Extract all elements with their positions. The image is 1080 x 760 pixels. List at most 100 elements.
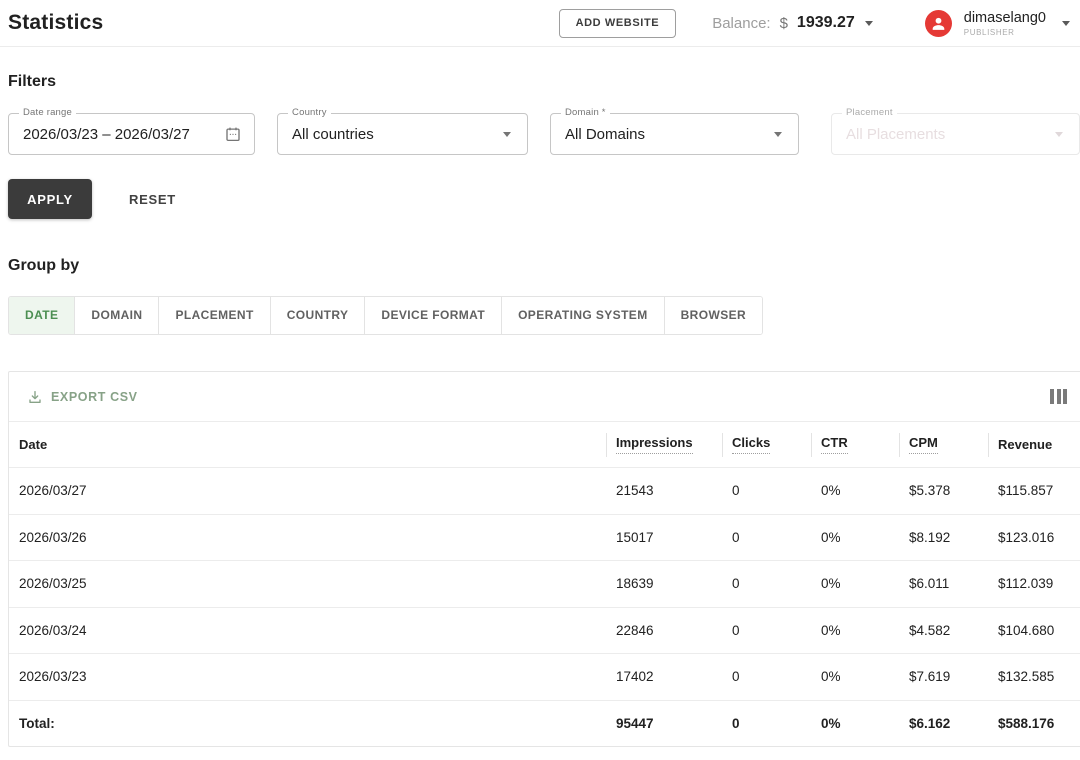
domain-select[interactable]: Domain * All Domains: [550, 107, 799, 155]
table-row: 2026/03/24 22846 0 0% $4.582 $104.680: [9, 606, 1080, 654]
column-header-cpm[interactable]: CPM: [899, 435, 988, 454]
cell-ctr: 0%: [821, 622, 841, 638]
cell-cpm: $6.011: [909, 576, 950, 592]
table-row: 2026/03/27 21543 0 0% $5.378 $115.857: [9, 467, 1080, 514]
column-header-impressions[interactable]: Impressions: [606, 435, 722, 454]
currency-symbol: $: [779, 14, 788, 32]
chevron-down-icon: [774, 132, 782, 137]
cell-ctr: 0%: [821, 529, 841, 545]
cell-revenue: $115.857: [998, 483, 1054, 499]
table-total-row: Total: 95447 0 0% $6.162 $588.176: [9, 699, 1080, 747]
group-by-tabs: DATE DOMAIN PLACEMENT COUNTRY DEVICE FORMAT O…: [8, 296, 764, 335]
tab-country[interactable]: COUNTRY: [269, 297, 365, 334]
balance-amount: 1939.27: [796, 14, 855, 31]
tab-date[interactable]: DATE: [9, 297, 75, 334]
cell-impressions: 22846: [616, 622, 654, 638]
cell-cpm: $8.192: [909, 529, 951, 545]
placement-value: All Placements: [846, 125, 946, 143]
cell-impressions: 17402: [616, 669, 654, 685]
column-header-date: Date: [19, 437, 48, 452]
country-label: Country: [288, 107, 331, 118]
cell-cpm: $5.378: [909, 483, 951, 499]
calendar-icon[interactable]: [224, 125, 242, 143]
cell-impressions: 95447: [616, 715, 654, 731]
cell-cpm: $4.582: [909, 622, 951, 638]
columns-icon[interactable]: [1050, 389, 1067, 404]
chevron-down-icon: [503, 132, 511, 137]
domain-label: Domain *: [561, 107, 610, 118]
cell-clicks: 0: [732, 483, 740, 499]
table-row: 2026/03/26 15017 0 0% $8.192 $123.016: [9, 513, 1080, 561]
cell-ctr: 0%: [821, 483, 841, 499]
country-value: All countries: [292, 125, 374, 143]
cell-impressions: 15017: [616, 529, 654, 545]
date-range-value: 2026/03/23 – 2026/03/27: [23, 125, 190, 143]
cell-revenue: $132.585: [998, 669, 1055, 685]
person-icon: [932, 17, 945, 30]
cell-revenue: $588.176: [998, 715, 1055, 731]
date-range-label: Date range: [19, 107, 77, 118]
cell-cpm: $6.162: [909, 715, 951, 731]
group-by-heading: Group by: [8, 257, 80, 274]
filters-heading: Filters: [8, 73, 57, 90]
avatar[interactable]: [924, 9, 952, 37]
cell-clicks: 0: [732, 576, 740, 592]
user-info: dimaselang0 PUBLISHER: [964, 10, 1046, 37]
apply-button[interactable]: APPLY: [8, 179, 92, 219]
column-header-clicks[interactable]: Clicks: [722, 435, 811, 454]
export-csv-button[interactable]: EXPORT CSV: [27, 389, 138, 405]
tab-operating-system[interactable]: OPERATING SYSTEM: [501, 297, 664, 334]
table-row: 2026/03/25 18639 0 0% $6.011 $112.039: [9, 560, 1080, 607]
user-name: dimaselang0: [963, 9, 1046, 26]
top-bar: Statistics ADD WEBSITE Balance: $ 1939.2…: [0, 0, 1080, 47]
tab-placement[interactable]: PLACEMENT: [158, 297, 270, 334]
tab-device-format[interactable]: DEVICE FORMAT: [364, 297, 502, 334]
tab-domain[interactable]: DOMAIN: [74, 297, 159, 334]
cell-date: Total:: [19, 715, 55, 731]
cell-date: 2026/03/24: [19, 622, 87, 638]
tab-browser[interactable]: BROWSER: [663, 297, 763, 334]
export-csv-label: EXPORT CSV: [51, 389, 138, 404]
country-select[interactable]: Country All countries: [277, 107, 528, 155]
table-header-row: Date Impressions Clicks CTR CPM Revenue: [9, 422, 1080, 467]
cell-ctr: 0%: [821, 576, 841, 592]
date-range-field[interactable]: Date range 2026/03/23 – 2026/03/27: [8, 107, 256, 155]
cell-ctr: 0%: [821, 669, 841, 685]
column-header-revenue: Revenue: [988, 437, 1080, 452]
filters-row: Date range 2026/03/23 – 2026/03/27 Count…: [8, 107, 1080, 155]
cell-date: 2026/03/26: [19, 529, 87, 545]
cell-impressions: 21543: [616, 483, 654, 499]
filter-actions: APPLY RESET: [8, 179, 1080, 219]
table-body: 2026/03/27 21543 0 0% $5.378 $115.857 2026/03/…: [9, 467, 1080, 746]
chevron-down-icon[interactable]: [864, 20, 873, 26]
cell-clicks: 0: [732, 622, 740, 638]
cell-impressions: 18639: [616, 576, 654, 592]
cell-revenue: $104.680: [998, 622, 1055, 638]
table-toolbar: EXPORT CSV: [9, 372, 1080, 422]
cell-clicks: 0: [732, 715, 740, 731]
user-menu[interactable]: dimaselang0 PUBLISHER: [924, 9, 1070, 37]
statistics-table-card: EXPORT CSV Date Impressions Clicks CTR CPM Re…: [8, 371, 1080, 747]
cell-date: 2026/03/23: [19, 669, 87, 685]
cell-clicks: 0: [732, 529, 740, 545]
column-header-ctr[interactable]: CTR: [811, 435, 899, 454]
chevron-down-icon: [1055, 132, 1063, 137]
cell-date: 2026/03/25: [19, 576, 87, 592]
placement-label: Placement: [842, 107, 897, 118]
cell-revenue: $123.016: [998, 529, 1055, 545]
cell-date: 2026/03/27: [19, 483, 87, 499]
chevron-down-icon[interactable]: [1062, 20, 1070, 26]
user-role-badge: PUBLISHER: [963, 27, 1015, 37]
page-title: Statistics: [8, 11, 104, 34]
domain-value: All Domains: [565, 125, 646, 143]
download-icon: [29, 390, 41, 403]
balance-widget[interactable]: Balance: $ 1939.27: [712, 14, 873, 32]
add-website-button[interactable]: ADD WEBSITE: [558, 8, 677, 38]
reset-button[interactable]: RESET: [129, 192, 176, 207]
cell-ctr: 0%: [821, 715, 841, 731]
balance-label: Balance:: [712, 14, 771, 32]
cell-clicks: 0: [732, 669, 740, 685]
table-row: 2026/03/23 17402 0 0% $7.619 $132.585: [9, 653, 1080, 700]
placement-select-disabled: Placement All Placements: [831, 107, 1080, 155]
cell-cpm: $7.619: [909, 669, 951, 685]
